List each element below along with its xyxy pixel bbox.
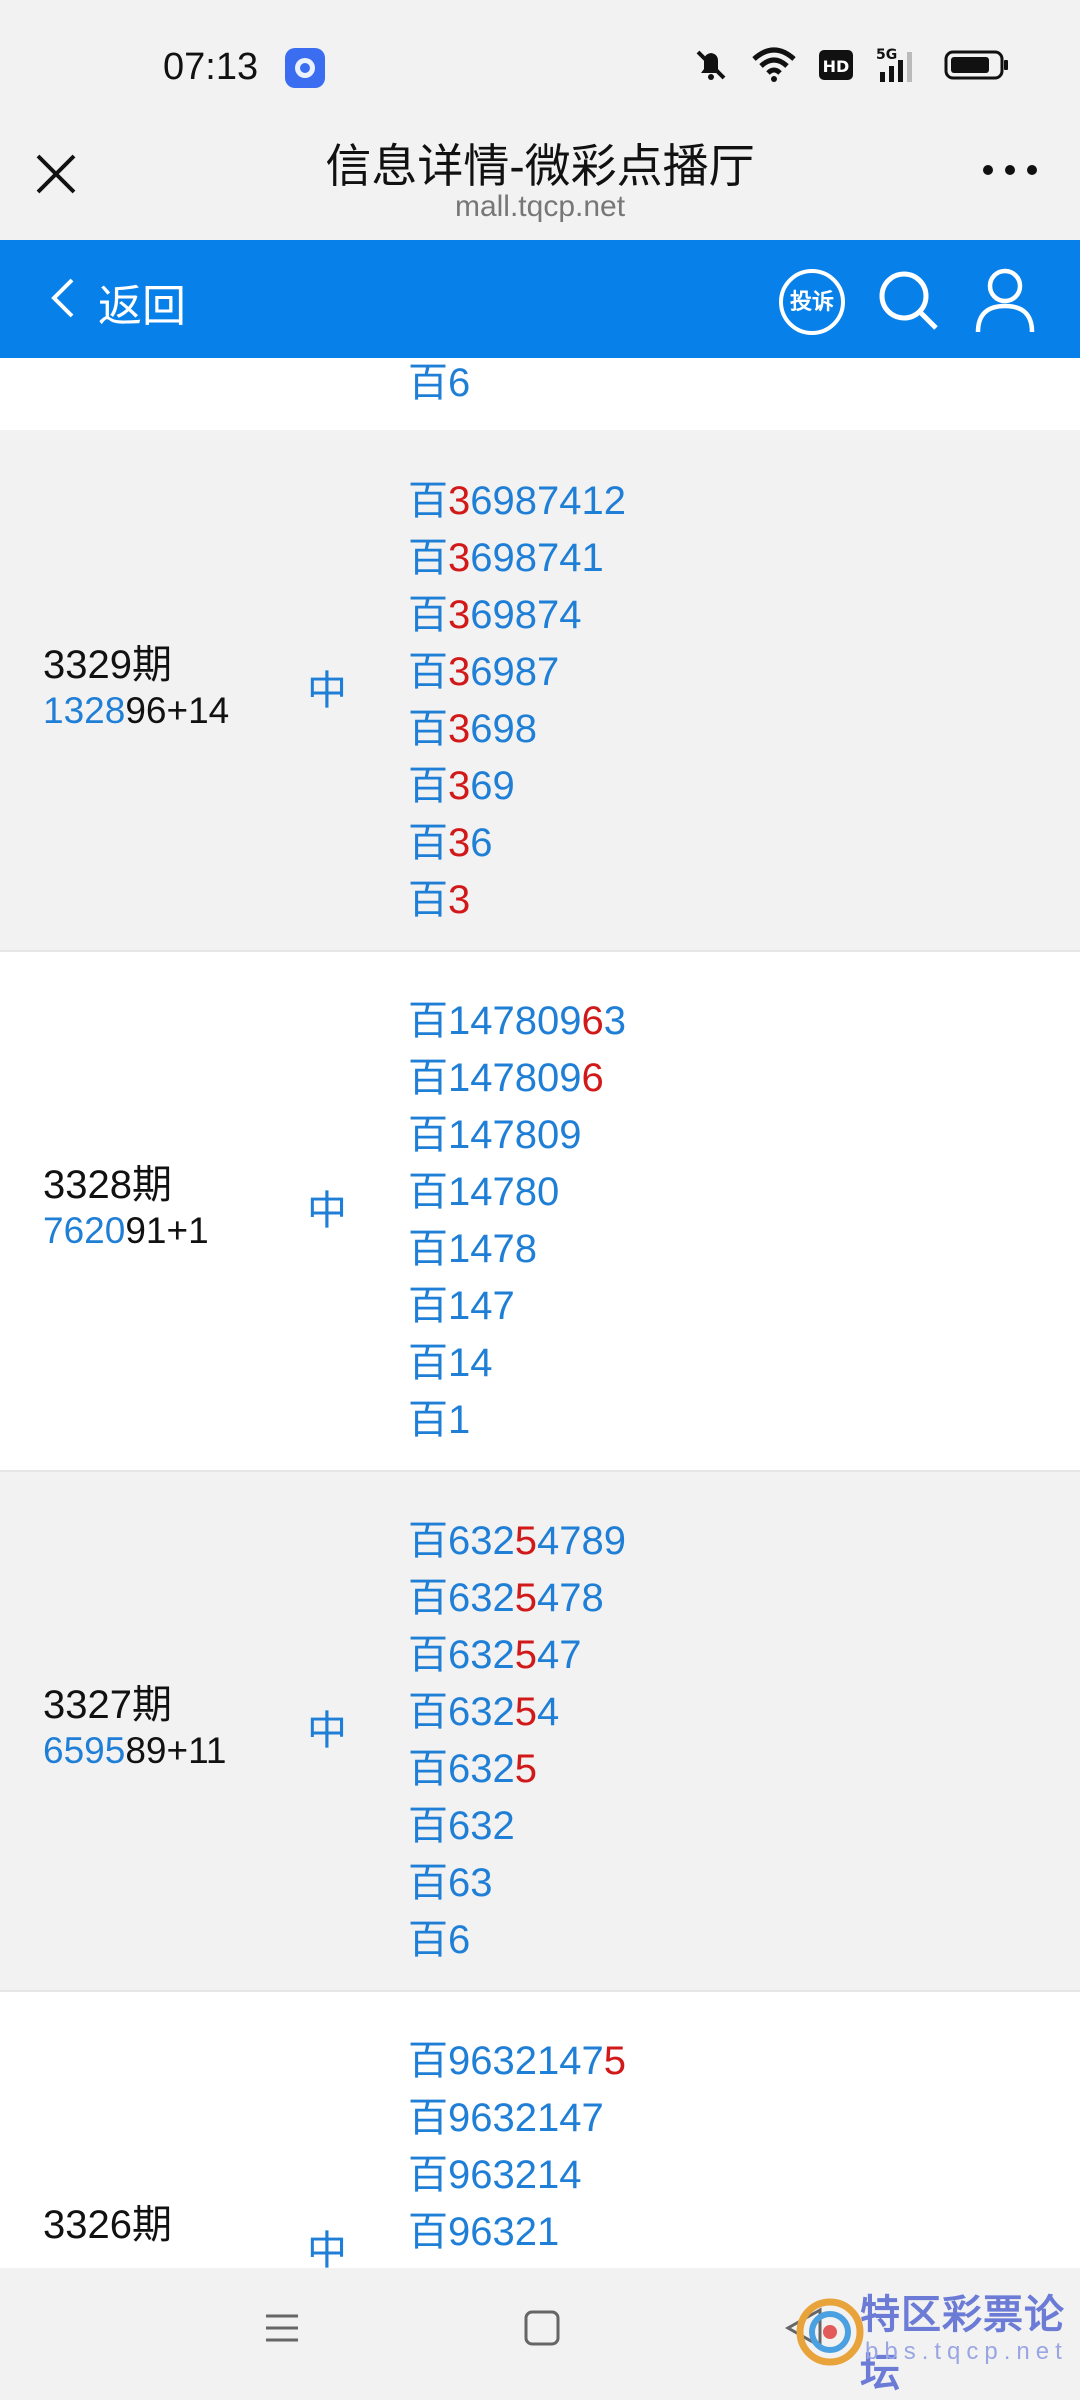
number-line: 百36 [408,821,493,865]
number-line: 百963214 [408,2153,582,2197]
hit-label: 中 [307,1189,347,1233]
number-line: 百36987 [408,650,560,694]
period-result: 659589+11 [43,1730,227,1771]
hit-label: 中 [307,1709,347,1753]
number-line: 百63254 [408,1690,560,1734]
period-label: 3327期 [43,1683,172,1727]
user-icon[interactable] [972,266,1038,336]
results-list: 百6 3329期 132896+14 中 百36987412 百3698741 … [0,358,1080,2268]
hit-label: 中 [307,2229,347,2268]
baidu-app-icon [285,48,325,88]
number-line: 百14780963 [408,999,626,1043]
status-icons: HD 5G [692,46,1010,84]
svg-text:HD: HD [823,57,850,76]
number-line: 百9632147 [408,2096,604,2140]
number-line: 百14780 [408,1170,560,1214]
number-line: 百63254789 [408,1519,626,1563]
page-title: 信息详情-微彩点播厅 [325,140,755,192]
number-line: 百147 [408,1284,515,1328]
signal-5g-icon: 5G [876,47,912,82]
number-line: 百6325478 [408,1576,604,1620]
number-line: 百147809 [408,1113,582,1157]
period-result: 762091+1 [43,1210,209,1251]
number-line: 百96321475 [408,2039,626,2083]
period-result: 132896+14 [43,690,230,731]
hit-label: 中 [307,669,347,713]
mute-icon [696,50,726,80]
number-line: 百369 [408,764,515,808]
period-label: 3328期 [43,1163,172,1207]
period-label: 3326期 [43,2203,172,2247]
svg-text:5G: 5G [876,47,897,63]
status-bar: 07:13 HD 5G [0,0,1080,140]
back-chevron-icon[interactable] [44,274,84,322]
page-url: mall.tqcp.net [454,190,626,223]
number-line: 百369874 [408,593,582,637]
title-bar: 信息详情-微彩点播厅 mall.tqcp.net [0,120,1080,240]
status-time: 07:13 [163,46,259,88]
list-item: 3327期 659589+11 中 百63254789 百6325478 百63… [0,1472,1080,1990]
search-icon[interactable] [876,268,942,334]
number-line: 百3698 [408,707,537,751]
number-line: 百6 [408,1918,471,1962]
complain-button[interactable]: 投诉 [779,269,845,335]
number-line: 百1478 [408,1227,537,1271]
menu-icon[interactable] [262,2308,302,2348]
number-line: 百6325 [408,1747,537,1791]
number-line: 百632547 [408,1633,582,1677]
number-line: 百3698741 [408,536,604,580]
wifi-icon [752,47,796,82]
battery-icon [944,50,1008,80]
list-item-partial: 百6 [0,358,1080,430]
number-line: 百6 [408,361,471,405]
number-line: 百632 [408,1804,515,1848]
list-item: 3328期 762091+1 中 百14780963 百1478096 百147… [0,952,1080,1470]
watermark-url: bbs.tqcp.net [865,2338,1068,2365]
number-line: 百14 [408,1341,493,1385]
number-line: 百3 [408,878,471,922]
period-label: 3329期 [43,643,172,687]
number-line: 百63 [408,1861,493,1905]
list-item: 3329期 132896+14 中 百36987412 百3698741 百36… [0,432,1080,950]
number-line: 百36987412 [408,479,626,523]
number-line: 百1 [408,1398,471,1442]
hd-icon: HD [819,50,853,80]
home-icon[interactable] [522,2308,562,2348]
number-line: 百1478096 [408,1056,604,1100]
number-line: 百96321 [408,2210,560,2254]
nav-bar: 返回 投诉 [0,240,1080,358]
back-button[interactable]: 返回 [98,270,186,334]
more-icon[interactable] [980,160,1040,180]
list-item: 3326期 中 百96321475 百9632147 百963214 百9632… [0,1992,1080,2268]
